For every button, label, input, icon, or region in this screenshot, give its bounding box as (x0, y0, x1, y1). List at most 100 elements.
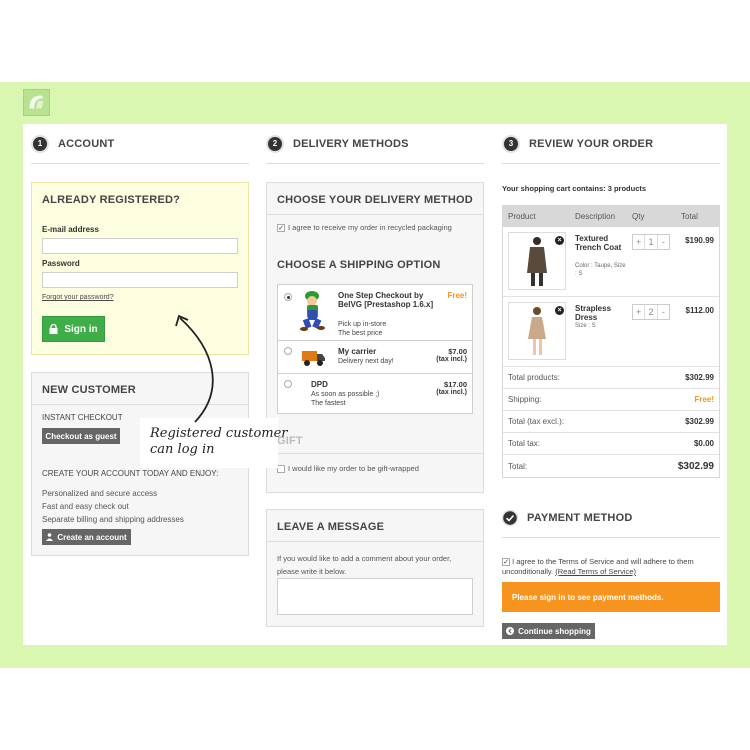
total-label: Total tax: (508, 439, 541, 448)
delivery-column: 2 DELIVERY METHODS CHOOSE YOUR DELIVERY … (266, 124, 484, 627)
step-title: DELIVERY METHODS (293, 137, 409, 150)
recycled-option[interactable]: ✓ I agree to receive my order in recycle… (277, 223, 452, 232)
create-account-button[interactable]: Create an account (42, 529, 131, 545)
terms-option[interactable]: ✓ I agree to the Terms of Service and wi… (502, 557, 720, 577)
carrier-price-free: Free! (447, 291, 467, 300)
checkbox-checked[interactable]: ✓ (277, 223, 285, 232)
benefit-item: Separate billing and shipping addresses (42, 515, 184, 524)
forgot-password-link[interactable]: Forgot your password? (42, 294, 114, 301)
carrier-price: $17.00 (444, 380, 467, 389)
checkbox-checked[interactable]: ✓ (502, 558, 510, 566)
total-value: Free! (694, 395, 714, 404)
total-label: Total: (508, 461, 528, 471)
gift-option[interactable]: I would like my order to be gift-wrapped (277, 464, 419, 473)
radio-unselected[interactable] (284, 380, 292, 388)
delivery-method-title: CHOOSE YOUR DELIVERY METHOD (277, 194, 473, 206)
message-textarea[interactable] (277, 578, 473, 615)
grand-total-row: Total: $302.99 (503, 455, 719, 477)
message-title: LEAVE A MESSAGE (277, 521, 385, 533)
step-number-badge: 3 (502, 134, 520, 153)
step-number-badge: 2 (266, 134, 284, 153)
remove-item-icon[interactable]: × (555, 306, 564, 315)
delivery-step-header: 2 DELIVERY METHODS (266, 124, 484, 164)
minus-icon[interactable]: - (658, 235, 669, 249)
column-header: Qty (632, 212, 645, 221)
divider (267, 541, 483, 542)
step-title: ACCOUNT (58, 137, 115, 150)
gift-label: I would like my order to be gift-wrapped (288, 464, 419, 473)
item-total: $112.00 (685, 306, 714, 315)
annotation-line: Registered customer (150, 426, 288, 441)
shipping-option-row[interactable]: One Step Checkout by BelVG [Prestashop 1… (278, 285, 472, 341)
chevron-left-circle-icon (506, 627, 515, 635)
annotation-text: Registered customer can log in (150, 426, 288, 458)
carrier-name: My carrier (338, 347, 377, 356)
message-box: LEAVE A MESSAGE If you would like to add… (266, 509, 484, 627)
total-products-row: Total products: $302.99 (503, 367, 719, 389)
terms-link[interactable]: (Read Terms of Service) (555, 567, 636, 576)
password-field[interactable] (42, 272, 238, 288)
shipping-option-row[interactable]: DPD As soon as possible ;) The fastest $… (278, 374, 472, 415)
divider (267, 453, 483, 454)
carrier-desc: The fastest (311, 400, 346, 407)
quantity-stepper[interactable]: + 2 - (632, 304, 670, 320)
column-header: Description (575, 212, 616, 221)
cart-table: Product Description Qty Total × Textured… (502, 205, 720, 478)
checkbox-unchecked[interactable] (277, 464, 285, 473)
carrier-desc: The best price (338, 330, 383, 337)
delivery-box: CHOOSE YOUR DELIVERY METHOD ✓ I agree to… (266, 182, 484, 493)
radio-unselected[interactable] (284, 347, 292, 355)
new-customer-title: NEW CUSTOMER (42, 384, 136, 396)
remove-item-icon[interactable]: × (555, 236, 564, 245)
user-icon (46, 533, 54, 541)
total-value: $302.99 (685, 373, 714, 382)
sign-in-label: Sign in (64, 323, 98, 335)
instant-checkout-label: INSTANT CHECKOUT (42, 413, 123, 422)
lock-icon (49, 324, 58, 334)
carrier-name: DPD (311, 380, 328, 389)
plus-icon[interactable]: + (633, 235, 646, 249)
minus-icon[interactable]: - (658, 305, 669, 319)
luigi-icon (300, 291, 325, 331)
truck-icon (302, 351, 325, 366)
step-number-badge: 1 (31, 134, 49, 153)
total-label: Total products: (508, 373, 561, 382)
shipping-total-row: Shipping: Free! (503, 389, 719, 411)
quantity-value[interactable]: 2 (645, 305, 658, 319)
login-title: ALREADY REGISTERED? (42, 194, 181, 206)
cart-item-row: × Strapless Dress Size : S + 2 - $112.00 (503, 297, 719, 367)
total-label: Total (tax excl.): (508, 417, 565, 426)
checkout-as-guest-button[interactable]: Checkout as guest (42, 428, 120, 444)
quantity-stepper[interactable]: + 1 - (632, 234, 670, 250)
item-total: $190.99 (685, 236, 714, 245)
total-value: $0.00 (693, 439, 714, 448)
step-title: REVIEW YOUR ORDER (529, 137, 654, 150)
total-tax-excl-row: Total (tax excl.): $302.99 (503, 411, 719, 433)
email-field[interactable] (42, 238, 238, 254)
continue-shopping-button[interactable]: Continue shopping (502, 623, 595, 639)
product-name[interactable]: Textured Trench Coat (575, 234, 627, 252)
check-circle-icon (502, 509, 518, 526)
review-column: 3 REVIEW YOUR ORDER Your shopping cart c… (502, 124, 720, 639)
continue-shopping-label: Continue shopping (518, 626, 591, 636)
cart-summary: Your shopping cart contains: 3 products (502, 184, 647, 193)
column-header: Total (681, 212, 698, 221)
product-name[interactable]: Strapless Dress (575, 304, 627, 322)
shipping-option-row[interactable]: My carrier Delivery next day! $7.00 (tax… (278, 341, 472, 374)
plus-icon[interactable]: + (633, 305, 646, 319)
carrier-tax-note: (tax incl.) (436, 389, 467, 396)
create-account-heading: CREATE YOUR ACCOUNT TODAY AND ENJOY: (42, 469, 219, 478)
payment-step-header: PAYMENT METHOD (502, 498, 720, 538)
account-column: 1 ACCOUNT ALREADY REGISTERED? E-mail add… (31, 124, 249, 556)
product-attributes: Size : S (575, 323, 596, 329)
payment-notice: Please sign in to see payment methods. (502, 582, 720, 612)
shipping-option-title: CHOOSE A SHIPPING OPTION (277, 259, 441, 271)
radio-selected[interactable] (284, 293, 292, 301)
carrier-price: $7.00 (448, 347, 467, 356)
sign-in-button[interactable]: Sign in (42, 316, 105, 342)
benefit-item: Personalized and secure access (42, 489, 158, 498)
create-account-label: Create an account (57, 532, 127, 542)
quantity-value[interactable]: 1 (645, 235, 658, 249)
logo-icon (23, 89, 50, 116)
benefit-item: Fast and easy check out (42, 502, 129, 511)
